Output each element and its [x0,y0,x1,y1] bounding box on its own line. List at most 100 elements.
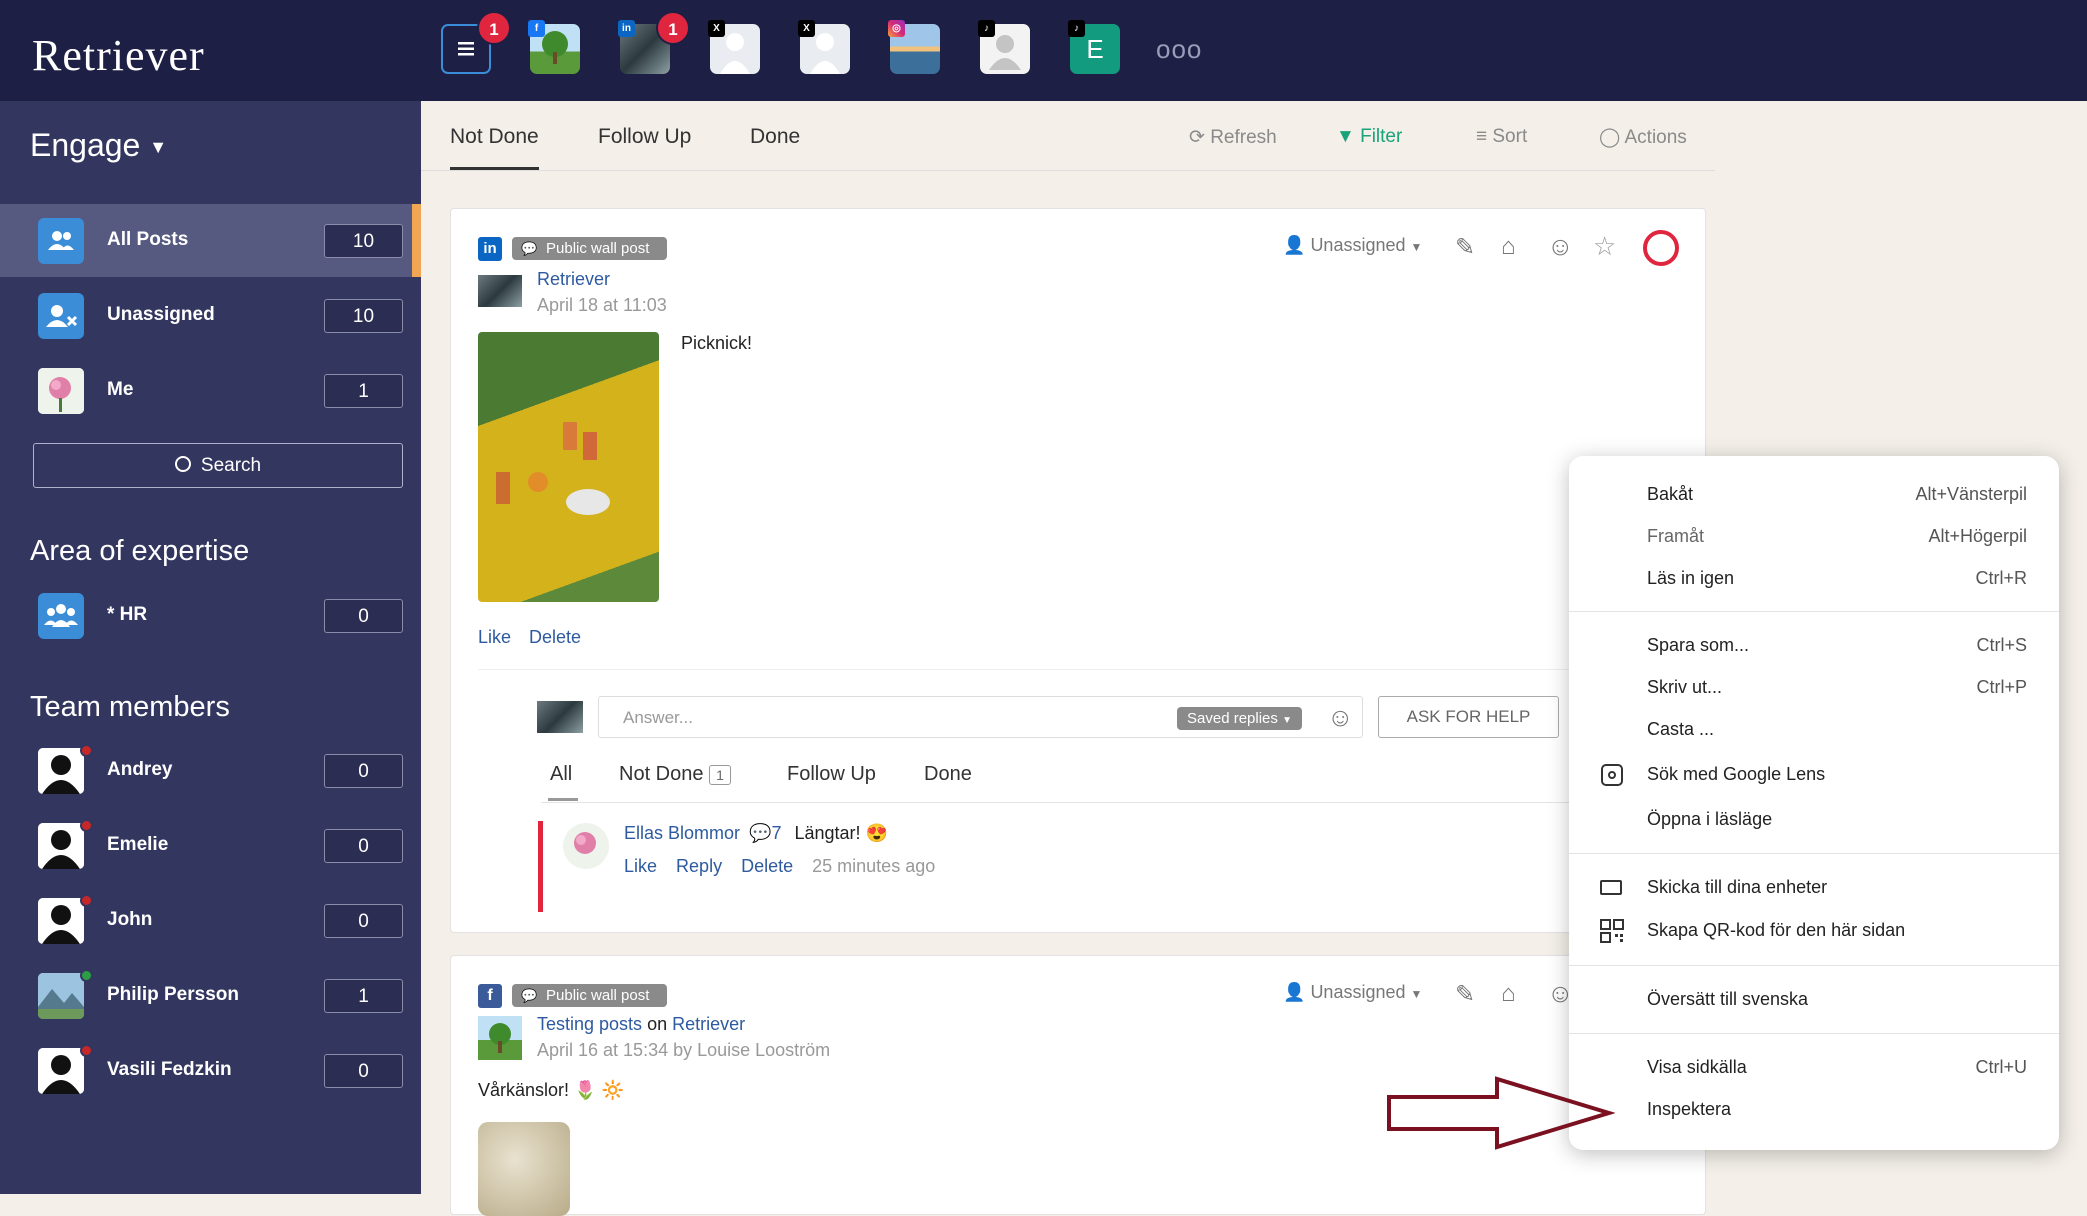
menu-item-translate[interactable]: Översätt till svenska [1647,989,1808,1010]
menu-item-send-to-devices[interactable]: Skicka till dina enheter [1647,877,1827,898]
sidebar-item-all-posts[interactable]: All Posts 10 [0,204,421,277]
sidebar-item-unassigned[interactable]: Unassigned 10 [0,279,421,352]
caret-down-icon: ▼ [1282,715,1292,726]
sidebar-item-label: * HR [107,604,148,625]
subtab-follow-up[interactable]: Follow Up [787,763,876,786]
channel-linkedin[interactable]: in 1 [618,11,690,74]
menu-separator [1569,965,2059,966]
post-card: in Public wall post 💬 Retriever April 18… [450,208,1706,933]
sort-button[interactable]: ≡ Sort [1476,126,1527,148]
refresh-button[interactable]: ⟳ Refresh [1189,126,1277,149]
comment-actions: Like Reply Delete 25 minutes ago [624,856,935,877]
menu-item-back[interactable]: Bakåt [1647,484,1693,505]
engage-menu[interactable]: Engage ▼ [30,127,167,164]
sidebar-item-hr[interactable]: * HR 0 [0,579,421,652]
subtab-all[interactable]: All [550,763,572,786]
more-icon[interactable]: ooo [1156,34,1202,65]
comment-author[interactable]: Ellas Blommor [624,823,740,843]
google-lens-icon [1601,764,1623,786]
status-dot [80,969,93,982]
team-member-name: Philip Persson [107,984,239,1005]
qr-code-icon [1600,919,1624,943]
shortcut: Ctrl+U [1975,1057,2027,1077]
annotation-arrow [1387,1076,1615,1150]
tag-icon[interactable]: ⌂ [1501,233,1516,261]
menu-item-print[interactable]: Skriv ut... [1647,677,1722,698]
menu-item-save-as[interactable]: Spara som... [1647,635,1749,656]
actions-button[interactable]: ◯ Actions [1599,126,1687,149]
comment-reply-link[interactable]: Reply [676,856,722,876]
team-member-name: Vasili Fedzkin [107,1059,232,1080]
edit-icon[interactable]: ✎ [1455,233,1475,262]
post-image[interactable] [478,332,659,602]
speech-bubble-icon: 💬 [521,241,538,256]
post-page[interactable]: Retriever [672,1014,745,1034]
channel-tiktok[interactable]: ♪ [978,20,1030,74]
team-members-title: Team members [30,691,230,723]
divider [541,802,1671,803]
group-icon [38,593,84,639]
tiktok-icon: ♪ [978,20,995,37]
sidebar: Engage ▼ All Posts 10 Unassigned 10 Me 1… [0,101,421,1194]
retriever-logo: Retriever [32,31,205,80]
channel-e[interactable]: E ♪ [1068,20,1120,74]
menu-item-create-qr-code[interactable]: Skapa QR-kod för den här sidan [1647,920,1905,941]
edit-icon[interactable]: ✎ [1455,980,1475,1009]
post-image[interactable] [478,1122,570,1216]
subtab-not-done-count: 1 [709,765,731,785]
channel-instagram[interactable]: ◎ [888,20,940,74]
comment-like-link[interactable]: Like [624,856,657,876]
tab-done[interactable]: Done [750,125,800,149]
menu-item-reload[interactable]: Läs in igen [1647,568,1734,589]
menu-item-google-lens[interactable]: Sök med Google Lens [1647,764,1825,785]
channel-x-1[interactable]: X [708,20,760,74]
tag-icon[interactable]: ⌂ [1501,980,1516,1008]
sidebar-item-label: All Posts [107,229,189,250]
emoji-icon[interactable]: ☺ [1327,702,1354,733]
team-member-john[interactable]: John 0 [0,884,421,957]
menu-item-view-source[interactable]: Visa sidkälla [1647,1057,1747,1078]
users-icon [38,218,84,264]
team-member-philip-persson[interactable]: Philip Persson 1 [0,959,421,1032]
user-silhouette-icon [38,1048,84,1094]
team-member-vasili-fedzkin[interactable]: Vasili Fedzkin 0 [0,1034,421,1107]
channel-list[interactable]: 1 [441,11,511,74]
channel-x-2[interactable]: X [798,20,850,74]
menu-item-forward[interactable]: Framåt [1647,526,1704,547]
sidebar-item-me[interactable]: Me 1 [0,354,421,427]
menu-item-inspect[interactable]: Inspektera [1647,1099,1731,1120]
post-author[interactable]: Retriever [537,269,610,290]
answer-input[interactable]: Answer... Saved replies ▼ ☺ [598,696,1363,738]
subtab-not-done[interactable]: Not Done 1 [619,763,731,786]
team-member-name: John [107,909,153,930]
menu-item-cast[interactable]: Casta ... [1647,719,1714,740]
team-member-andrey[interactable]: Andrey 0 [0,734,421,807]
reply-count: 7 [771,823,782,843]
comment-delete-link[interactable]: Delete [741,856,793,876]
assignee-dropdown[interactable]: 👤 Unassigned ▼ [1283,235,1422,256]
smiley-icon[interactable]: ☺ [1547,231,1574,262]
post-text: Vårkänslor! 🌷 🔆 [478,1080,624,1100]
like-link[interactable]: Like [478,627,511,648]
team-member-name: Emelie [107,834,169,855]
assignee-dropdown[interactable]: 👤 Unassigned ▼ [1283,982,1422,1003]
tab-not-done[interactable]: Not Done [450,125,539,149]
filter-label: Filter [1360,126,1403,147]
star-icon[interactable]: ☆ [1593,231,1616,262]
tab-follow-up[interactable]: Follow Up [598,125,691,149]
team-member-emelie[interactable]: Emelie 0 [0,809,421,882]
saved-replies-dropdown[interactable]: Saved replies ▼ [1177,707,1302,730]
post-author[interactable]: Testing posts [537,1014,642,1034]
count-badge: 1 [324,374,403,408]
search-button[interactable]: Search [33,443,403,488]
delete-link[interactable]: Delete [529,627,581,648]
channel-badge: 1 [477,11,511,45]
filter-button[interactable]: ▼ Filter [1336,126,1402,148]
channel-facebook[interactable]: f [528,20,580,74]
menu-item-reading-mode[interactable]: Öppna i läsläge [1647,809,1772,830]
status-circle-icon[interactable] [1643,230,1679,266]
count-badge: 0 [324,754,403,788]
subtab-done[interactable]: Done [924,763,972,786]
ask-for-help-button[interactable]: ASK FOR HELP [1378,696,1559,738]
speech-bubble-icon: 💬 [521,988,538,1003]
